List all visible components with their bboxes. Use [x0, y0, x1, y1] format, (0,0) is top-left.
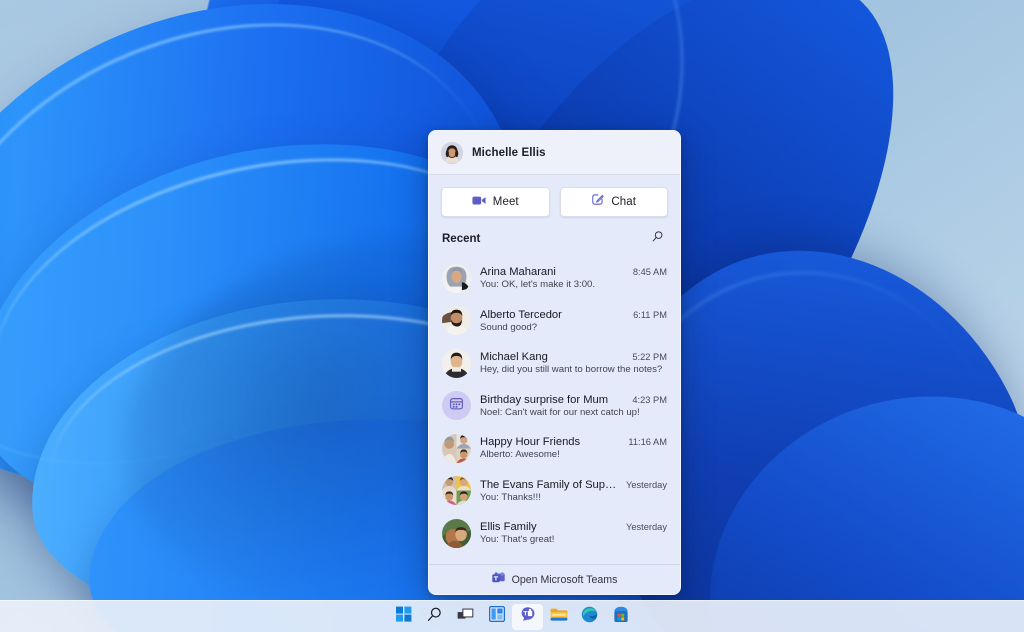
chat-text: The Evans Family of Supers Yesterday You…: [480, 479, 667, 503]
flyout-action-row: Meet Chat: [429, 175, 680, 227]
folder-icon: [550, 607, 568, 627]
microsoft-teams-icon: [491, 571, 505, 589]
task-view-icon: [457, 607, 474, 627]
avatar-photo: [441, 141, 463, 164]
taskbar: [0, 600, 1024, 632]
search-icon: [426, 606, 443, 628]
recent-label: Recent: [442, 233, 481, 245]
taskbar-edge-button[interactable]: [574, 604, 605, 630]
chat-text: Alberto Tercedor 6:11 PM Sound good?: [480, 309, 667, 333]
current-user-name: Michelle Ellis: [472, 146, 546, 159]
teams-chat-icon: [519, 606, 536, 627]
search-icon: [651, 230, 664, 248]
chat-top-row: Ellis Family Yesterday: [480, 521, 667, 533]
chat-avatar: [442, 263, 471, 293]
chat-list-item[interactable]: Ellis Family Yesterday You: That's great…: [435, 512, 674, 555]
chat-name: Ellis Family: [480, 521, 537, 534]
chat-preview: You: OK, let's make it 3:00.: [480, 279, 596, 291]
current-user-avatar[interactable]: [441, 141, 463, 164]
open-microsoft-teams-link[interactable]: Open Microsoft Teams: [429, 564, 680, 594]
search-chats-button[interactable]: [647, 229, 667, 249]
open-teams-label: Open Microsoft Teams: [511, 573, 618, 586]
chat-avatar-group: [442, 476, 471, 506]
calendar-icon: [449, 396, 464, 416]
chat-name: Michael Kang: [480, 351, 548, 364]
video-camera-icon: [472, 193, 486, 211]
chat-text: Birthday surprise for Mum 4:23 PM Noel: …: [480, 394, 667, 418]
chat-list-item[interactable]: Happy Hour Friends 11:16 AM Alberto: Awe…: [435, 427, 674, 470]
recent-section-header: Recent: [429, 227, 680, 257]
windows-logo-icon: [395, 606, 412, 627]
chat-top-row: Arina Maharani 8:45 AM: [480, 266, 667, 278]
chat-text: Ellis Family Yesterday You: That's great…: [480, 521, 667, 545]
chat-list-item[interactable]: Arina Maharani 8:45 AM You: OK, let's ma…: [435, 257, 674, 300]
chat-top-row: Birthday surprise for Mum 4:23 PM: [480, 394, 667, 406]
chat-preview: You: Thanks!!!: [480, 491, 541, 503]
chat-list-item[interactable]: Alberto Tercedor 6:11 PM Sound good?: [435, 300, 674, 343]
chat-text: Michael Kang 5:22 PM Hey, did you still …: [480, 351, 667, 375]
taskbar-task-view-button[interactable]: [450, 604, 481, 630]
taskbar-file-explorer-button[interactable]: [543, 604, 574, 630]
chat-avatar-group: [442, 433, 471, 463]
taskbar-icon-group: [388, 603, 636, 630]
taskbar-chat-button[interactable]: [512, 603, 543, 630]
chat-avatar: [442, 518, 471, 548]
chat-time: 4:23 PM: [632, 394, 667, 405]
taskbar-widgets-button[interactable]: [481, 604, 512, 630]
widgets-icon: [488, 605, 505, 627]
chat-preview: You: That's great!: [480, 534, 555, 546]
chat-preview: Hey, did you still want to borrow the no…: [480, 364, 663, 376]
chat-time: 8:45 AM: [632, 267, 667, 278]
chat-name: The Evans Family of Supers: [480, 478, 620, 491]
meet-button-label: Meet: [492, 196, 519, 208]
chat-preview: Sound good?: [480, 321, 538, 333]
chat-name: Arina Maharani: [480, 266, 556, 279]
chat-top-row: Alberto Tercedor 6:11 PM: [480, 309, 667, 321]
chat-preview: Noel: Can't wait for our next catch up!: [480, 406, 640, 418]
store-icon: [613, 606, 629, 628]
chat-top-row: Michael Kang 5:22 PM: [480, 351, 667, 363]
meet-button[interactable]: Meet: [441, 187, 550, 217]
recent-chat-list[interactable]: Arina Maharani 8:45 AM You: OK, let's ma…: [429, 257, 680, 564]
chat-avatar: [442, 306, 471, 336]
desktop-screen: Michelle Ellis Meet Chat Recent Arina Ma…: [0, 0, 1024, 632]
chat-button-label: Chat: [611, 196, 637, 208]
chat-text: Arina Maharani 8:45 AM You: OK, let's ma…: [480, 266, 667, 290]
taskbar-microsoft-store-button[interactable]: [605, 604, 636, 630]
chat-preview: Alberto: Awesome!: [480, 449, 560, 461]
chat-top-row: Happy Hour Friends 11:16 AM: [480, 436, 667, 448]
chat-button[interactable]: Chat: [559, 187, 668, 217]
chat-name: Alberto Tercedor: [480, 308, 562, 321]
chat-time: 5:22 PM: [632, 352, 667, 363]
chat-list-item[interactable]: Michael Kang 5:22 PM Hey, did you still …: [435, 342, 674, 385]
chat-time: Yesterday: [625, 522, 667, 533]
compose-chat-icon: [591, 193, 605, 211]
chat-avatar-calendar: [442, 391, 471, 421]
chat-avatar: [442, 348, 471, 378]
chat-text: Happy Hour Friends 11:16 AM Alberto: Awe…: [480, 436, 667, 460]
chat-name: Happy Hour Friends: [480, 436, 581, 449]
taskbar-search-button[interactable]: [419, 604, 450, 630]
chat-list-item[interactable]: Birthday surprise for Mum 4:23 PM Noel: …: [435, 385, 674, 428]
chat-time: 11:16 AM: [628, 437, 667, 448]
teams-chat-flyout: Michelle Ellis Meet Chat Recent Arina Ma…: [428, 130, 681, 595]
chat-name: Birthday surprise for Mum: [480, 393, 609, 406]
chat-time: Yesterday: [625, 479, 667, 490]
taskbar-start-button[interactable]: [388, 604, 419, 630]
edge-icon: [581, 606, 598, 628]
chat-time: 6:11 PM: [633, 309, 667, 320]
flyout-header: Michelle Ellis: [429, 131, 680, 175]
chat-list-item[interactable]: The Evans Family of Supers Yesterday You…: [435, 470, 674, 513]
chat-top-row: The Evans Family of Supers Yesterday: [480, 479, 667, 491]
